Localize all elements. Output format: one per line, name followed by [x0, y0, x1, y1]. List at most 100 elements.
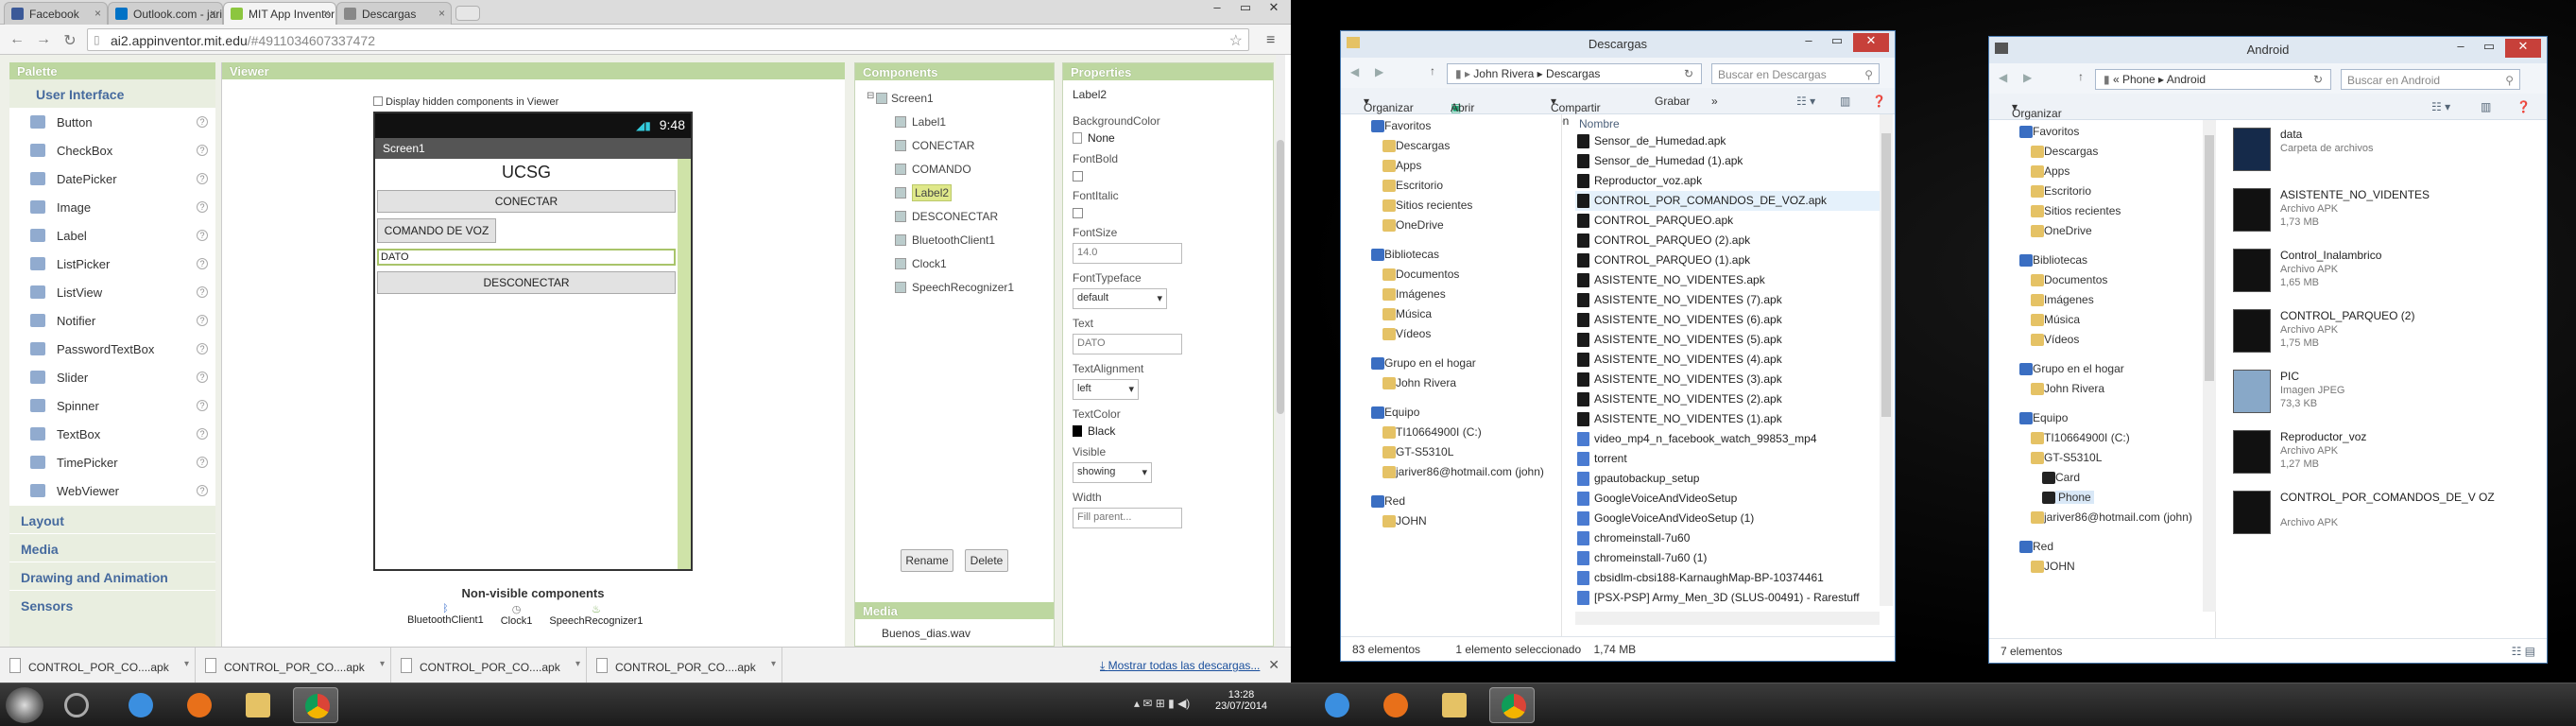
nav-item[interactable]: Bibliotecas — [1352, 245, 1561, 265]
help-icon[interactable]: ? — [197, 400, 208, 411]
palette-item[interactable]: Button? — [9, 108, 215, 136]
nav-item[interactable]: Imágenes — [2001, 290, 2215, 310]
section-user-interface[interactable]: User Interface — [9, 79, 215, 108]
speech-component[interactable]: ♨ SpeechRecognizer1 — [549, 603, 643, 627]
rename-button[interactable]: Rename — [901, 549, 953, 572]
file-scrollbar[interactable] — [1880, 114, 1893, 606]
file-tile[interactable]: Reproductor_voz Archivo APK 1,27 MB — [2227, 426, 2492, 479]
file-row[interactable]: Sensor_de_Humedad.apk — [1575, 131, 1880, 151]
file-row[interactable]: ASISTENTE_NO_VIDENTES (5).apk — [1575, 330, 1880, 350]
display-hidden-checkbox[interactable]: Display hidden components in Viewer — [373, 96, 558, 108]
download-item[interactable]: CONTROL_POR_CO....apk ▾ — [196, 648, 391, 685]
collapse-icon[interactable]: ⊟ — [867, 91, 874, 101]
view-icon[interactable]: ☷ ▾ — [2431, 100, 2450, 113]
fontbold-checkbox[interactable] — [1073, 171, 1083, 182]
tray-icons[interactable]: ▴ ✉ ⊞ ▮ ◀) — [1134, 697, 1190, 710]
file-row[interactable]: chromeinstall-7u60 — [1575, 528, 1880, 548]
view-toggle-icon[interactable]: ☷ ▤ — [2512, 645, 2535, 658]
file-row[interactable]: ASISTENTE_NO_VIDENTES (1).apk — [1575, 409, 1880, 429]
file-tile[interactable]: Control_Inalambrico Archivo APK 1,65 MB — [2227, 245, 2492, 298]
file-row[interactable]: video_mp4_n_facebook_watch_99853_mp4 — [1575, 429, 1880, 449]
taskbar-app-firefox[interactable] — [176, 687, 221, 723]
close-button[interactable]: ✕ — [2505, 39, 2541, 58]
help-icon[interactable]: ❓ — [1872, 95, 1886, 108]
tab-appinventor[interactable]: MIT App Inventor 2 × — [223, 2, 336, 25]
nav-item[interactable]: jariver86@hotmail.com (john) — [2001, 508, 2215, 527]
clock[interactable]: 13:28 23/07/2014 — [1215, 689, 1267, 712]
checkbox-icon[interactable] — [373, 96, 383, 106]
forward-icon[interactable]: ▶ — [2023, 71, 2032, 84]
taskbar-app-ie-2[interactable] — [1314, 687, 1359, 723]
close-tab-icon[interactable]: × — [94, 7, 101, 20]
conectar-button[interactable]: CONECTAR — [377, 190, 676, 213]
file-row[interactable]: CONTROL_PARQUEO (1).apk — [1575, 251, 1880, 270]
nav-item[interactable]: GT-S5310L — [1352, 442, 1561, 462]
nav-item[interactable]: Imágenes — [1352, 285, 1561, 304]
nav-item[interactable]: Música — [2001, 310, 2215, 330]
palette-item[interactable]: Spinner? — [9, 391, 215, 420]
file-row[interactable]: ASISTENTE_NO_VIDENTES (4).apk — [1575, 350, 1880, 370]
palette-item[interactable]: WebViewer? — [9, 476, 215, 505]
file-row[interactable]: Reproductor_voz.apk — [1575, 171, 1880, 191]
chevron-down-icon[interactable]: ▾ — [771, 659, 776, 669]
nav-item[interactable]: Descargas — [2001, 142, 2215, 162]
nav-item[interactable]: Red — [2001, 537, 2215, 557]
nav-item[interactable]: JOHN — [1352, 511, 1561, 531]
palette-item[interactable]: Notifier? — [9, 306, 215, 335]
nav-item[interactable]: Favoritos — [1352, 116, 1561, 136]
nav-item[interactable]: Red — [1352, 492, 1561, 511]
nav-scrollbar[interactable] — [2203, 120, 2216, 612]
nav-item[interactable]: Documentos — [2001, 270, 2215, 290]
taskbar-app-ie[interactable] — [117, 687, 163, 723]
back-icon[interactable]: ◀ — [1999, 71, 2007, 84]
breadcrumb[interactable]: ▮ ▸ John Rivera ▸ Descargas ↻ — [1447, 63, 1702, 84]
clock-component[interactable]: ◷ Clock1 — [501, 603, 533, 627]
tree-item[interactable]: CONECTAR — [865, 135, 1054, 159]
breadcrumb[interactable]: ▮ « Phone ▸ Android ↻ — [2095, 69, 2331, 90]
file-row[interactable]: CONTROL_PARQUEO (2).apk — [1575, 231, 1880, 251]
minimize-button[interactable]: – — [1204, 0, 1230, 17]
scroll-thumb[interactable] — [2205, 135, 2214, 381]
nav-item[interactable]: Documentos — [1352, 265, 1561, 285]
close-tab-icon[interactable]: × — [210, 7, 216, 20]
maximize-button[interactable]: ▭ — [1232, 0, 1259, 17]
burn-button[interactable]: Grabar — [1655, 95, 1690, 108]
file-tile[interactable]: ASISTENTE_NO_VIDENTES Archivo APK 1,73 MB — [2227, 184, 2492, 237]
share-button[interactable]: Compartir con ▾ — [1551, 95, 1601, 128]
new-tab-button[interactable] — [455, 6, 480, 21]
tree-item[interactable]: COMANDO — [865, 159, 1054, 182]
forward-icon[interactable]: ▶ — [1375, 65, 1383, 78]
nav-item[interactable]: Grupo en el hogar — [2001, 359, 2215, 379]
nav-item[interactable]: Escritorio — [2001, 182, 2215, 201]
close-tab-icon[interactable]: × — [323, 7, 330, 20]
nav-item[interactable]: Descargas — [1352, 136, 1561, 156]
palette-item[interactable]: TextBox? — [9, 420, 215, 448]
file-row[interactable]: Sensor_de_Humedad (1).apk — [1575, 151, 1880, 171]
taskbar-app-chrome[interactable] — [293, 687, 338, 723]
star-icon[interactable]: ☆ — [1229, 31, 1243, 50]
fontitalic-checkbox[interactable] — [1073, 208, 1083, 218]
close-downloads-icon[interactable]: ✕ — [1268, 657, 1279, 673]
organize-button[interactable]: Organizar ▾ — [2012, 100, 2062, 120]
tab-outlook[interactable]: Outlook.com - jariver86@× — [108, 2, 223, 25]
search-input[interactable]: Buscar en Android ⚲ — [2341, 69, 2520, 90]
nav-item[interactable]: OneDrive — [1352, 216, 1561, 235]
palette-item[interactable]: PasswordTextBox? — [9, 335, 215, 363]
phone-scrollbar[interactable] — [678, 159, 691, 569]
preview-pane-icon[interactable]: ▥ — [2481, 100, 2491, 113]
nav-item[interactable]: Phone — [2001, 488, 2215, 508]
file-row[interactable]: ASISTENTE_NO_VIDENTES.apk — [1575, 270, 1880, 290]
text-input[interactable]: DATO — [1073, 334, 1182, 354]
download-item[interactable]: CONTROL_POR_CO....apk ▾ — [0, 648, 196, 685]
page-scroll-thumb[interactable] — [1277, 140, 1284, 414]
palette-item[interactable]: Image? — [9, 193, 215, 221]
file-row[interactable]: ASISTENTE_NO_VIDENTES (2).apk — [1575, 389, 1880, 409]
file-tile[interactable]: PIC Imagen JPEG 73,3 KB — [2227, 366, 2492, 419]
page-scrollbar[interactable] — [1276, 55, 1285, 647]
nav-item[interactable]: OneDrive — [2001, 221, 2215, 241]
nav-item[interactable]: Sitios recientes — [1352, 196, 1561, 216]
palette-section[interactable]: Sensors — [9, 590, 215, 618]
delete-button[interactable]: Delete — [965, 549, 1008, 572]
minimize-button[interactable]: – — [2448, 39, 2473, 58]
tree-item[interactable]: BluetoothClient1 — [865, 230, 1054, 253]
